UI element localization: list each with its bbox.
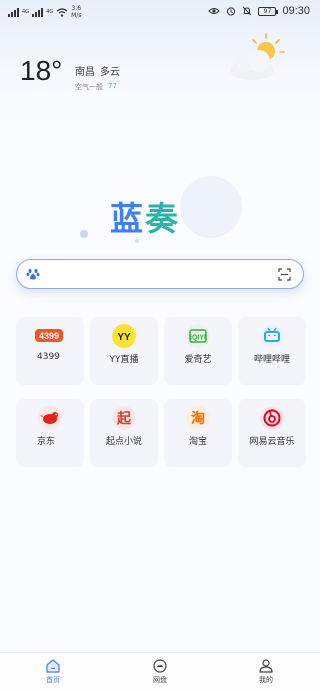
app-label: 淘宝 bbox=[188, 437, 207, 447]
iqiyi-icon: iQIYI bbox=[186, 324, 210, 348]
app-label: 京东 bbox=[37, 437, 56, 447]
app-label: 网易云音乐 bbox=[249, 437, 295, 447]
app-tile-iqiyi[interactable]: iQIYI 爱奇艺 bbox=[164, 317, 232, 385]
weather-condition: 多云 bbox=[100, 67, 120, 78]
tab-profile[interactable]: 我的 bbox=[241, 659, 291, 685]
app-tile-4399[interactable]: 4399 4399 bbox=[16, 317, 84, 385]
svg-text:4399: 4399 bbox=[39, 331, 59, 341]
netease-music-icon bbox=[260, 406, 284, 430]
weather-city: 南昌 bbox=[75, 67, 95, 78]
app-tile-jd[interactable]: 京东 bbox=[16, 399, 84, 467]
app-label: 起点小说 bbox=[105, 437, 142, 447]
network-type-2: 4G bbox=[46, 9, 54, 15]
app-label: 4399 bbox=[37, 352, 60, 362]
alarm-icon bbox=[227, 7, 236, 16]
app-tile-bilibili[interactable]: 哔哩哔哩 bbox=[238, 317, 306, 385]
qidian-icon: 起 bbox=[112, 406, 136, 430]
app-tile-yy[interactable]: YY YY直播 bbox=[90, 317, 158, 385]
logo-char-2: 奏 bbox=[145, 199, 180, 238]
app-tile-taobao[interactable]: 淘 淘宝 bbox=[164, 399, 232, 467]
home-screen: 4G 4G 3.6 M/s 97 09:30 18° 南昌 多云 空气一般 77… bbox=[0, 0, 320, 693]
signal-icon bbox=[8, 7, 19, 17]
battery-icon: 97 bbox=[258, 6, 279, 16]
bottom-tab-bar: 首页 网盘 我的 bbox=[0, 652, 320, 693]
cloud-drive-icon bbox=[153, 659, 167, 673]
4399-icon: 4399 bbox=[35, 329, 63, 342]
net-speed: 3.6 M/s bbox=[71, 5, 82, 19]
app-tile-qidian[interactable]: 起 起点小说 bbox=[90, 399, 158, 467]
taobao-icon: 淘 bbox=[186, 406, 210, 430]
status-time: 09:30 bbox=[282, 5, 310, 17]
baidu-paw-icon bbox=[26, 269, 40, 280]
temperature: 18° bbox=[20, 55, 63, 86]
bilibili-icon bbox=[260, 324, 284, 348]
yy-live-icon: YY bbox=[112, 324, 136, 348]
tab-home[interactable]: 首页 bbox=[28, 659, 78, 685]
air-quality-value: 77 bbox=[108, 82, 117, 90]
svg-text:iQIYI: iQIYI bbox=[190, 335, 206, 342]
decorative-bubble bbox=[180, 176, 242, 238]
logo-char-1: 蓝 bbox=[110, 199, 145, 238]
app-label: YY直播 bbox=[109, 355, 139, 365]
app-logo: 蓝奏 bbox=[110, 192, 180, 240]
home-icon bbox=[46, 659, 60, 673]
profile-icon bbox=[259, 659, 273, 673]
tab-home-label: 首页 bbox=[46, 676, 60, 684]
app-label: 哔哩哔哩 bbox=[253, 355, 290, 365]
svg-text:YY: YY bbox=[117, 332, 131, 343]
svg-text:起: 起 bbox=[116, 410, 132, 427]
eye-icon bbox=[208, 8, 221, 14]
app-label: 爱奇艺 bbox=[184, 355, 212, 365]
search-bar[interactable] bbox=[16, 259, 304, 289]
mute-bell-icon bbox=[243, 6, 252, 16]
decorative-dot bbox=[80, 230, 88, 238]
jd-icon bbox=[38, 406, 62, 430]
app-tile-netease-music[interactable]: 网易云音乐 bbox=[238, 399, 306, 467]
tab-profile-label: 我的 bbox=[259, 676, 273, 684]
wifi-icon bbox=[56, 7, 68, 17]
tab-cloud-drive-label: 网盘 bbox=[153, 676, 167, 684]
network-type-1: 4G bbox=[22, 9, 30, 15]
status-bar: 4G 4G 3.6 M/s 97 09:30 bbox=[0, 0, 320, 26]
svg-text:淘: 淘 bbox=[191, 410, 205, 427]
air-quality-label: 空气一般 bbox=[75, 83, 103, 91]
tab-cloud-drive[interactable]: 网盘 bbox=[135, 659, 185, 685]
scan-icon[interactable] bbox=[278, 268, 291, 281]
partly-cloudy-icon bbox=[230, 33, 285, 80]
search-input[interactable] bbox=[47, 265, 267, 283]
signal-icon-2 bbox=[32, 7, 44, 17]
